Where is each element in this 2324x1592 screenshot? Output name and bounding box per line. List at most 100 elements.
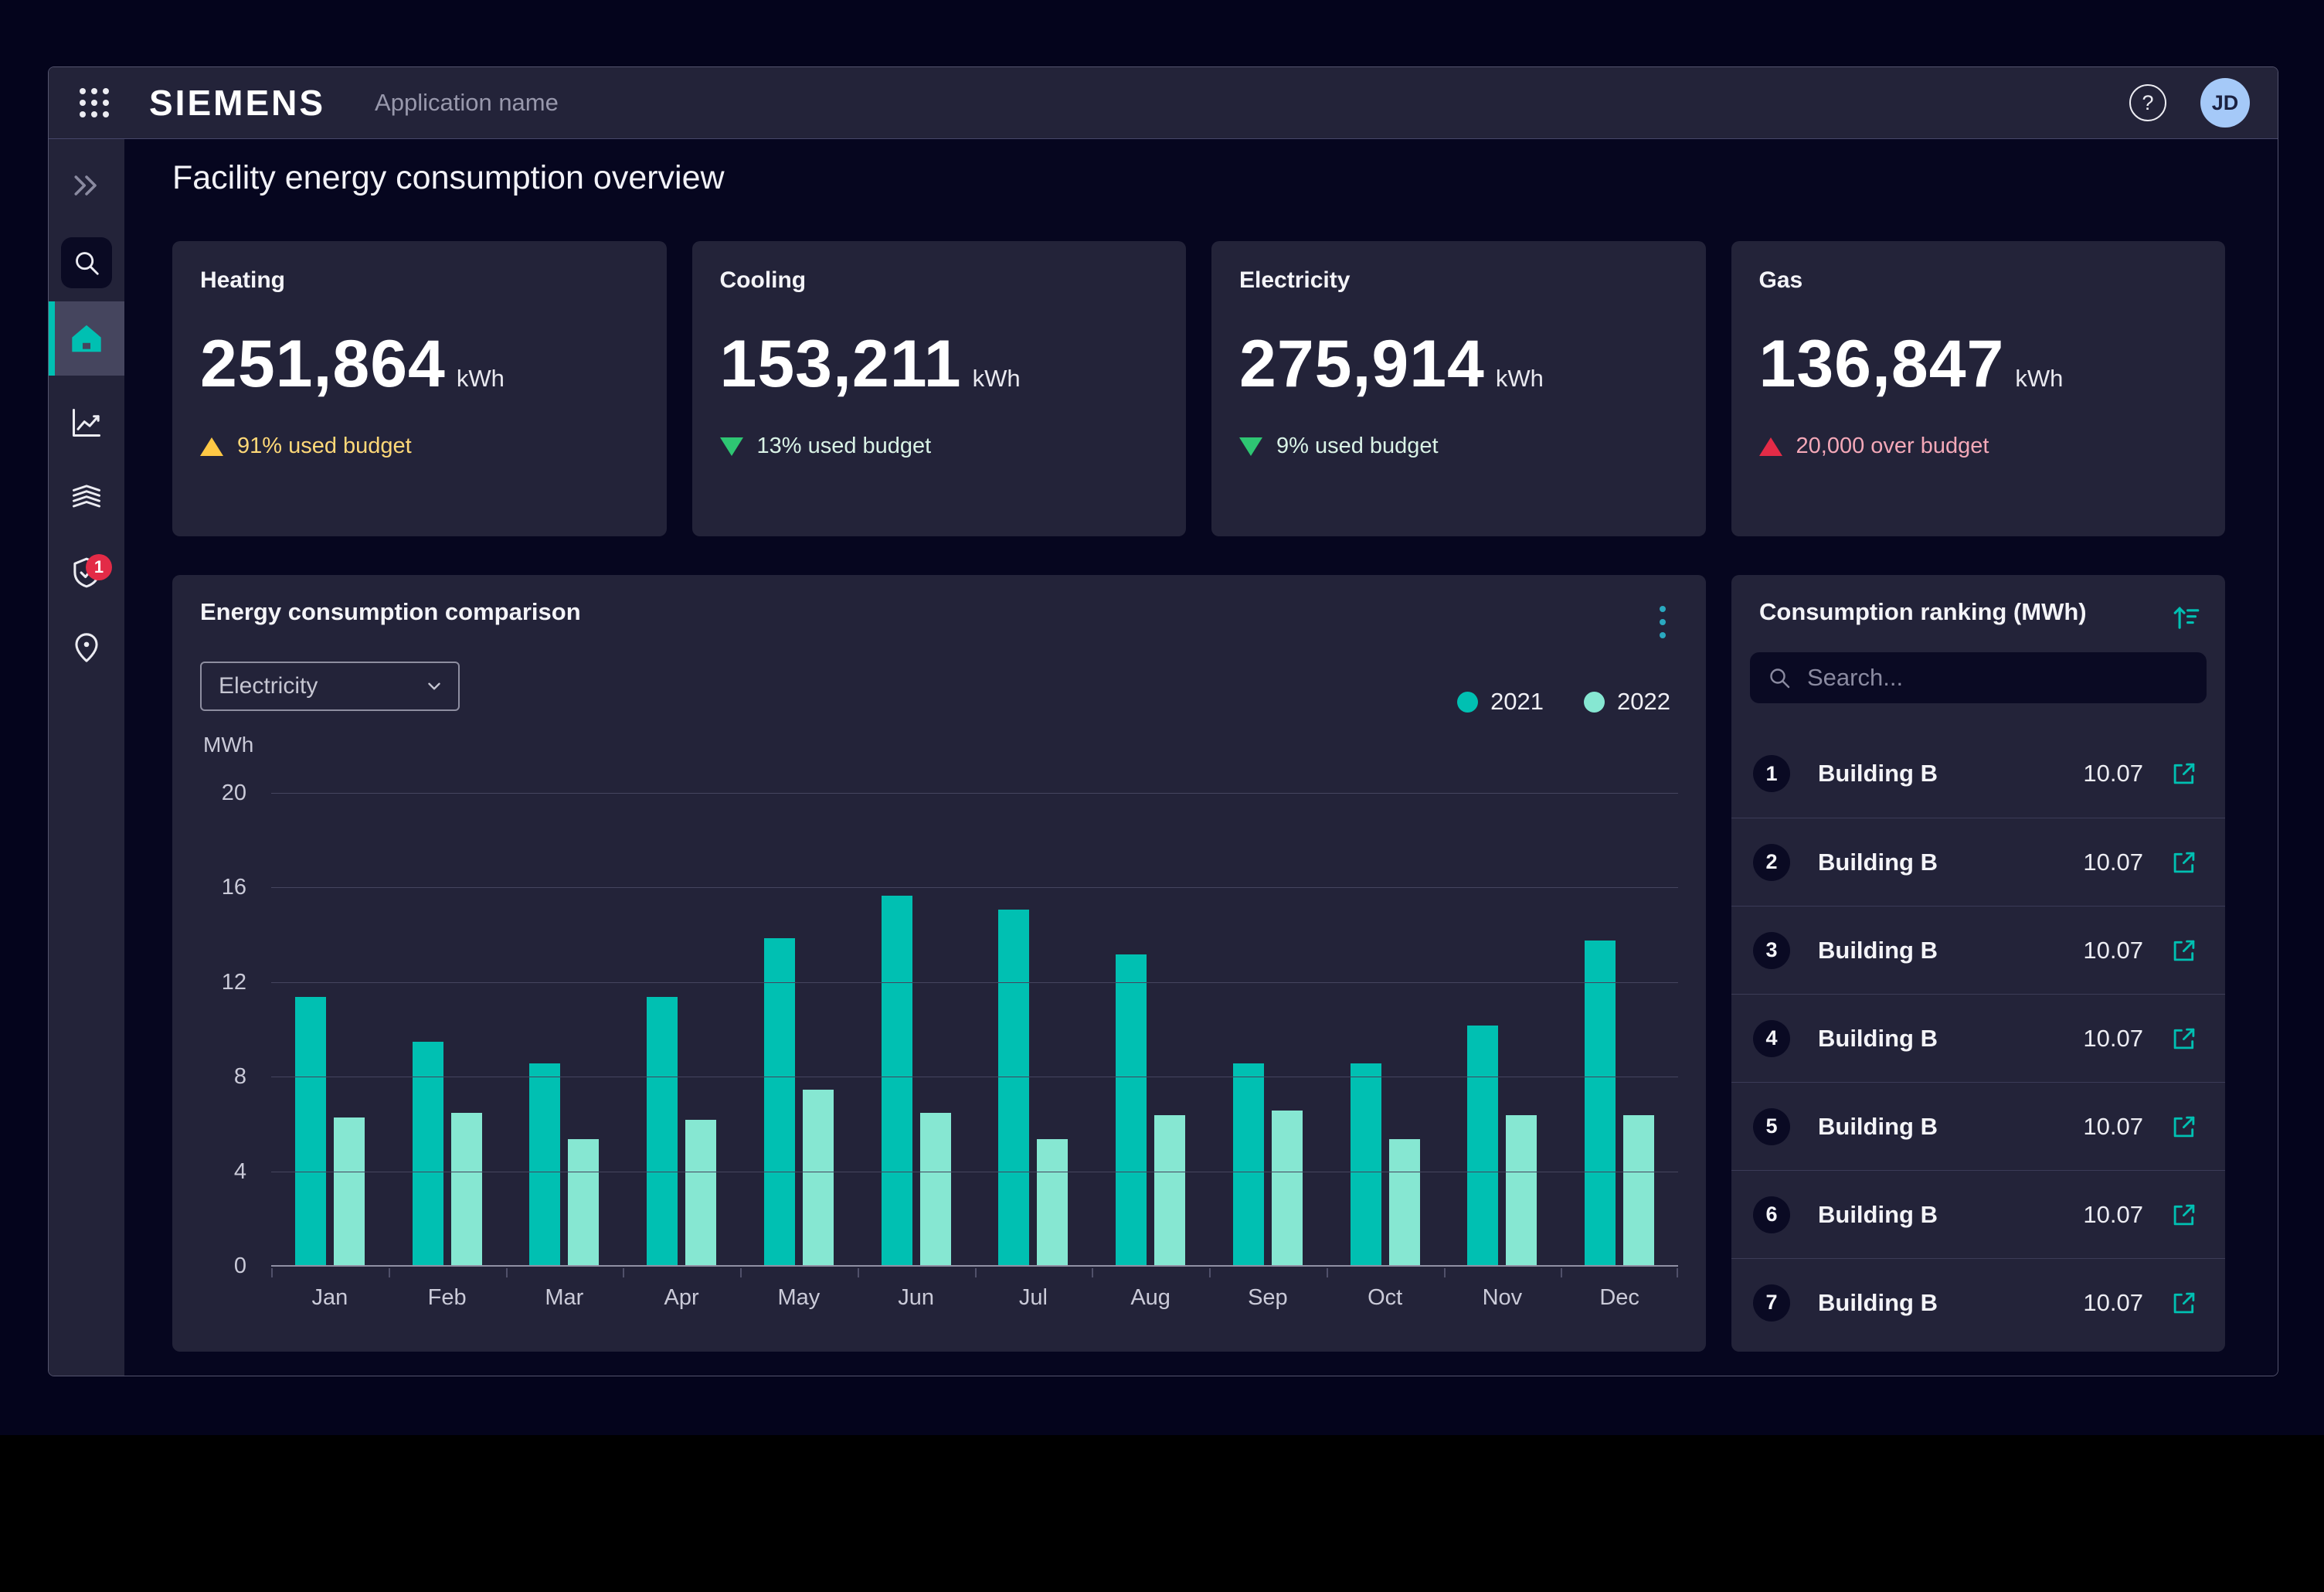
building-name: Building B	[1818, 937, 2083, 964]
bar-2021-dec	[1585, 941, 1616, 1267]
ranking-row[interactable]: 4Building B10.07	[1731, 994, 2225, 1082]
x-tick-label: Jul	[975, 1274, 1092, 1310]
y-tick-label: 12	[195, 970, 246, 995]
bar-group-jan	[271, 794, 389, 1267]
search-icon	[61, 237, 112, 288]
bar-2022-jan	[334, 1117, 365, 1267]
kpi-unit: kWh	[457, 365, 505, 393]
rank-badge: 1	[1753, 755, 1790, 792]
ranking-row[interactable]: 3Building B10.07	[1731, 906, 2225, 994]
building-name: Building B	[1818, 1113, 2083, 1141]
building-name: Building B	[1818, 849, 2083, 876]
legend-item-2022[interactable]: 2022	[1584, 688, 1670, 716]
y-axis-labels: 048121620	[195, 794, 257, 1267]
kpi-label: Gas	[1759, 267, 2198, 294]
consumption-value: 10.07	[2083, 849, 2143, 876]
search-input[interactable]	[1806, 663, 2190, 692]
y-tick-label: 16	[195, 875, 246, 900]
sidebar-item-locations[interactable]	[49, 620, 124, 675]
bar-2022-apr	[685, 1120, 716, 1267]
bar-2022-dec	[1623, 1115, 1654, 1267]
bar-2021-aug	[1116, 954, 1147, 1267]
bar-group-aug	[1092, 794, 1209, 1267]
letterbox-band	[0, 1435, 2324, 1592]
bar-groups	[271, 794, 1678, 1267]
external-link-icon[interactable]	[2169, 1112, 2199, 1141]
bar-2022-aug	[1154, 1115, 1185, 1267]
y-tick-label: 4	[195, 1159, 246, 1185]
external-link-icon[interactable]	[2169, 1024, 2199, 1053]
sidebar-item-compliance[interactable]: 1	[49, 545, 124, 600]
bar-group-jun	[858, 794, 975, 1267]
consumption-value: 10.07	[2083, 1113, 2143, 1141]
trend-triangle-icon	[1759, 437, 1782, 456]
x-axis-line	[271, 1265, 1678, 1267]
bar-2022-may	[803, 1090, 834, 1267]
ranking-row[interactable]: 1Building B10.07	[1731, 730, 2225, 818]
bar-2021-sep	[1233, 1063, 1264, 1267]
kpi-card-heating: Heating 251,864 kWh 91% used budget	[172, 241, 667, 536]
external-link-icon[interactable]	[2169, 848, 2199, 877]
kpi-value: 136,847	[1759, 326, 2005, 403]
bar-2021-jan	[295, 997, 326, 1267]
bar-group-jul	[975, 794, 1092, 1267]
notification-badge: 1	[86, 554, 112, 580]
sidebar-item-home-active[interactable]	[49, 301, 124, 376]
legend-dot-2022	[1584, 692, 1605, 713]
layers-icon	[70, 481, 104, 515]
kpi-value: 251,864	[200, 326, 446, 403]
kpi-label: Electricity	[1239, 267, 1678, 294]
app-launcher-icon[interactable]	[80, 88, 109, 117]
ranking-row[interactable]: 5Building B10.07	[1731, 1082, 2225, 1170]
kebab-menu-icon[interactable]	[1655, 601, 1670, 643]
consumption-value: 10.07	[2083, 1201, 2143, 1229]
bar-2021-nov	[1467, 1026, 1498, 1267]
kpi-unit: kWh	[2015, 365, 2063, 393]
kpi-value: 153,211	[720, 326, 962, 403]
trend-triangle-icon	[720, 437, 743, 456]
plot-area	[271, 794, 1678, 1267]
sidebar-item-search[interactable]	[49, 235, 124, 291]
ranking-row[interactable]: 7Building B10.07	[1731, 1258, 2225, 1346]
help-icon[interactable]: ?	[2129, 84, 2166, 121]
kpi-value: 275,914	[1239, 326, 1485, 403]
x-tick-label: Sep	[1209, 1274, 1327, 1310]
kpi-status-text: 9% used budget	[1276, 434, 1439, 459]
sidebar-item-layers[interactable]	[49, 470, 124, 526]
kpi-status-text: 13% used budget	[757, 434, 932, 459]
location-pin-icon	[70, 631, 104, 665]
legend-item-2021[interactable]: 2021	[1457, 688, 1544, 716]
sort-button[interactable]	[2166, 598, 2205, 641]
bar-2022-oct	[1389, 1139, 1420, 1267]
consumption-value: 10.07	[2083, 937, 2143, 964]
sidebar-item-analytics[interactable]	[49, 395, 124, 451]
x-tick-label: May	[740, 1274, 858, 1310]
external-link-icon[interactable]	[2169, 1200, 2199, 1230]
main-content: Facility energy consumption overview Hea…	[124, 139, 2278, 1376]
y-tick-label: 8	[195, 1064, 246, 1090]
bar-group-oct	[1327, 794, 1444, 1267]
y-axis-unit-label: MWh	[203, 733, 253, 757]
app-window: SIEMENS Application name ? JD	[48, 66, 2278, 1376]
external-link-icon[interactable]	[2169, 936, 2199, 965]
bar-2021-feb	[413, 1042, 443, 1267]
trend-triangle-icon	[1239, 437, 1262, 456]
ranking-row[interactable]: 6Building B10.07	[1731, 1170, 2225, 1258]
top-bar: SIEMENS Application name ? JD	[49, 67, 2278, 139]
external-link-icon[interactable]	[2169, 759, 2199, 788]
bar-2021-jun	[882, 896, 912, 1267]
energy-type-dropdown[interactable]: Electricity	[200, 662, 460, 711]
avatar[interactable]: JD	[2200, 78, 2250, 128]
panel-title: Energy consumption comparison	[200, 598, 581, 626]
x-tick-label: Nov	[1444, 1274, 1561, 1310]
consumption-ranking-panel: Consumption ranking (MWh) 1Building	[1731, 575, 2225, 1352]
bar-2021-jul	[998, 910, 1029, 1267]
desktop-canvas: SIEMENS Application name ? JD	[0, 0, 2324, 1592]
kpi-label: Cooling	[720, 267, 1159, 294]
ranking-row[interactable]: 2Building B10.07	[1731, 818, 2225, 906]
external-link-icon[interactable]	[2169, 1288, 2199, 1318]
sidebar-collapse-button[interactable]	[49, 158, 124, 213]
kpi-card-cooling: Cooling 153,211 kWh 13% used budget	[692, 241, 1187, 536]
x-tick-label: Dec	[1561, 1274, 1678, 1310]
rank-badge: 4	[1753, 1020, 1790, 1057]
